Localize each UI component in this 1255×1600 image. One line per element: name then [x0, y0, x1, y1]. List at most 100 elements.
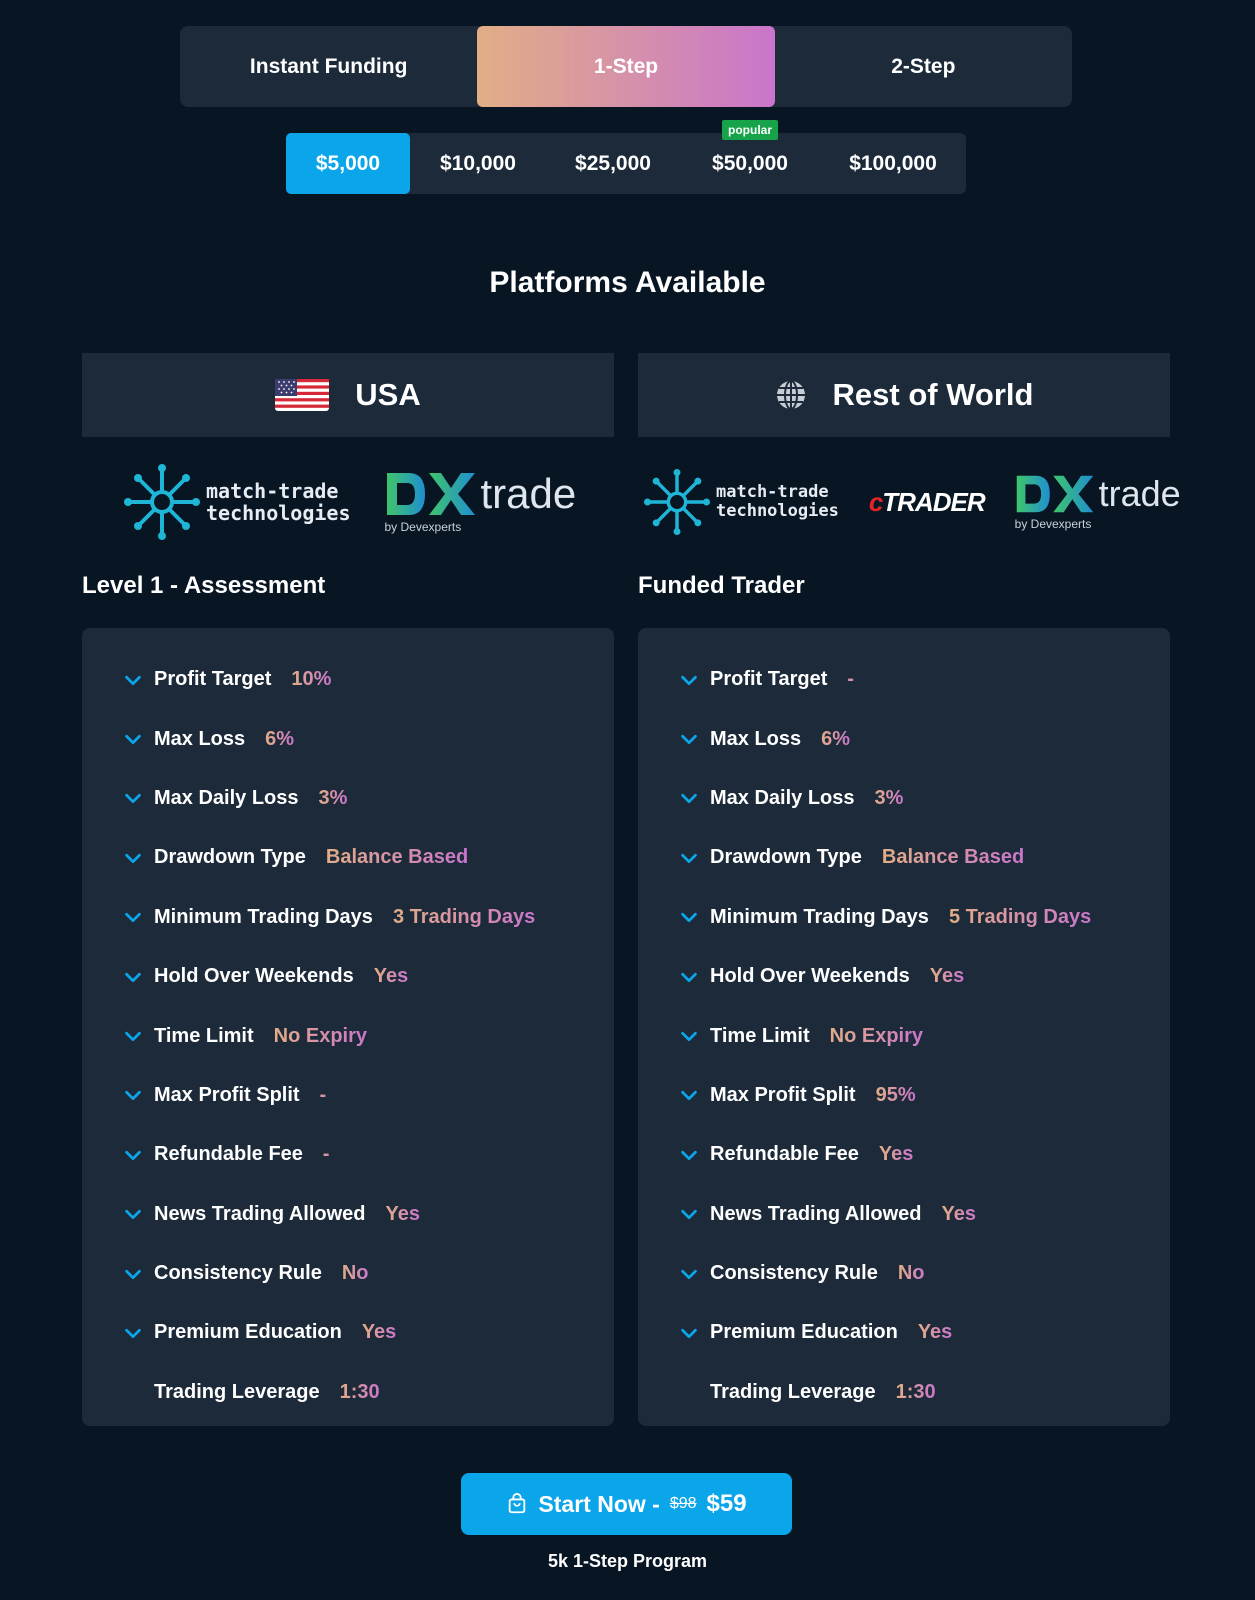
- chevron-down-icon: [122, 847, 144, 869]
- rule-row[interactable]: News Trading Allowed Yes: [82, 1185, 614, 1244]
- rule-label: Drawdown Type: [710, 846, 862, 869]
- program-subtitle: 5k 1-Step Program: [547, 1551, 708, 1571]
- rule-row[interactable]: Max Daily Loss 3%: [82, 769, 614, 828]
- ctrader-text: TRADER: [882, 486, 985, 517]
- chevron-down-icon: [678, 787, 700, 809]
- rule-value: -: [319, 1083, 327, 1106]
- rule-value: No: [341, 1262, 369, 1285]
- chevron-down-icon: [122, 1263, 144, 1285]
- chevron-down-icon: [678, 669, 700, 691]
- rule-value: Yes: [941, 1202, 976, 1225]
- start-now-button[interactable]: Start Now - $98 $59: [461, 1473, 792, 1535]
- tab-amount-100000[interactable]: $100,000: [820, 133, 966, 194]
- rule-label: Refundable Fee: [154, 1143, 303, 1166]
- rule-label: Max Loss: [154, 727, 246, 750]
- rule-value: Yes: [929, 965, 965, 988]
- shopping-bag-icon: [509, 1493, 526, 1514]
- tab-2-step[interactable]: 2-Step: [775, 26, 1072, 107]
- tab-amount-25000[interactable]: $25,000: [546, 133, 680, 194]
- rule-label: Premium Education: [154, 1321, 342, 1344]
- dxtrade-by: by Devexperts: [384, 520, 462, 534]
- dxtrade-logo-row: trade by Devexperts: [1015, 473, 1181, 531]
- funded-trader-title: Funded Trader: [638, 572, 805, 599]
- rule-row[interactable]: Premium Education Yes: [82, 1303, 614, 1362]
- rule-label: Hold Over Weekends: [154, 965, 354, 988]
- tab-1-step[interactable]: 1-Step: [477, 26, 775, 107]
- rule-label: Consistency Rule: [710, 1262, 878, 1285]
- rule-row[interactable]: Consistency Rule No: [82, 1244, 614, 1303]
- rule-label: Max Daily Loss: [710, 786, 855, 809]
- rule-value: 6%: [265, 727, 295, 750]
- rule-row[interactable]: Refundable Fee Yes: [638, 1125, 1170, 1184]
- rule-value: Yes: [373, 965, 409, 988]
- old-price: $98: [669, 1495, 697, 1512]
- chevron-down-icon: [678, 1025, 700, 1047]
- rule-row[interactable]: Max Daily Loss 3%: [638, 769, 1170, 828]
- rule-row[interactable]: Max Profit Split -: [82, 1066, 614, 1125]
- chevron-down-icon: [122, 1025, 144, 1047]
- chevron-down-icon: [678, 1084, 700, 1106]
- rule-row[interactable]: Consistency Rule No: [638, 1244, 1170, 1303]
- rule-row[interactable]: Hold Over Weekends Yes: [638, 947, 1170, 1006]
- start-now-label: Start Now -: [538, 1490, 660, 1517]
- rule-row[interactable]: Minimum Trading Days 3 Trading Days: [82, 888, 614, 947]
- rule-value: Yes: [917, 1321, 953, 1344]
- chevron-down-icon: [122, 1144, 144, 1166]
- tab-amount-5000[interactable]: $5,000: [286, 133, 410, 194]
- rule-value: 1:30: [895, 1380, 936, 1403]
- tab-instant-funding[interactable]: Instant Funding: [180, 26, 477, 107]
- rule-row[interactable]: Hold Over Weekends Yes: [82, 947, 614, 1006]
- chevron-down-icon: [678, 1203, 700, 1225]
- rule-row[interactable]: Trading Leverage 1:30: [82, 1363, 614, 1422]
- match-trade-line1: match-trade: [716, 482, 829, 502]
- chevron-down-icon: [122, 1322, 144, 1344]
- rule-label: Profit Target: [154, 668, 272, 691]
- rule-row[interactable]: Premium Education Yes: [638, 1303, 1170, 1362]
- ctrader-c: c: [868, 486, 884, 517]
- rule-row[interactable]: Profit Target 10%: [82, 650, 614, 709]
- rule-value: Yes: [361, 1321, 397, 1344]
- rule-row[interactable]: Minimum Trading Days 5 Trading Days: [638, 888, 1170, 947]
- rule-row[interactable]: Drawdown Type Balance Based: [82, 828, 614, 887]
- rule-row[interactable]: Max Loss 6%: [82, 709, 614, 768]
- rule-label: Consistency Rule: [154, 1262, 322, 1285]
- chevron-down-icon: [678, 728, 700, 750]
- region-usa: USA: [82, 353, 614, 437]
- price: $59: [706, 1490, 747, 1517]
- rule-value: No Expiry: [273, 1024, 368, 1047]
- rule-label: Max Profit Split: [710, 1083, 856, 1106]
- tab-amount-50000[interactable]: popular $50,000: [680, 120, 820, 194]
- match-trade-line2: technologies: [716, 501, 839, 521]
- us-flag-icon: [275, 379, 330, 411]
- rule-label: Trading Leverage: [154, 1380, 320, 1403]
- rule-label: Max Loss: [710, 727, 802, 750]
- funded-rules-card: Profit Target - Max Loss 6% Max Daily Loss 3%…: [638, 628, 1170, 1426]
- rule-value: -: [322, 1143, 330, 1166]
- rule-row[interactable]: Max Loss 6%: [638, 709, 1170, 768]
- rule-label: News Trading Allowed: [154, 1202, 366, 1225]
- dxtrade-logo: trade by Devexperts: [385, 470, 577, 534]
- tab-amount-50000-label: $50,000: [712, 151, 788, 175]
- rule-value: 5 Trading Days: [948, 905, 1092, 928]
- dx-mark-icon: [386, 473, 475, 515]
- rule-row[interactable]: Profit Target -: [638, 650, 1170, 709]
- rule-value: 1:30: [339, 1380, 380, 1403]
- rule-row[interactable]: News Trading Allowed Yes: [638, 1185, 1170, 1244]
- tab-amount-10000[interactable]: $10,000: [410, 133, 546, 194]
- rule-label: Minimum Trading Days: [154, 905, 373, 928]
- rule-value: Yes: [385, 1202, 420, 1225]
- rule-row[interactable]: Drawdown Type Balance Based: [638, 828, 1170, 887]
- chevron-down-icon: [678, 1144, 700, 1166]
- rule-label: Hold Over Weekends: [710, 965, 910, 988]
- rule-row[interactable]: Time Limit No Expiry: [638, 1006, 1170, 1065]
- rule-value: 3%: [318, 786, 348, 809]
- rule-label: Max Daily Loss: [154, 786, 299, 809]
- rule-value: No Expiry: [829, 1024, 924, 1047]
- chevron-down-icon: [678, 906, 700, 928]
- rule-row[interactable]: Time Limit No Expiry: [82, 1006, 614, 1065]
- rule-value: 95%: [875, 1083, 916, 1106]
- rule-row[interactable]: Refundable Fee -: [82, 1125, 614, 1184]
- rule-row[interactable]: Trading Leverage 1:30: [638, 1363, 1170, 1422]
- rule-row[interactable]: Max Profit Split 95%: [638, 1066, 1170, 1125]
- match-trade-star-icon: [644, 469, 710, 535]
